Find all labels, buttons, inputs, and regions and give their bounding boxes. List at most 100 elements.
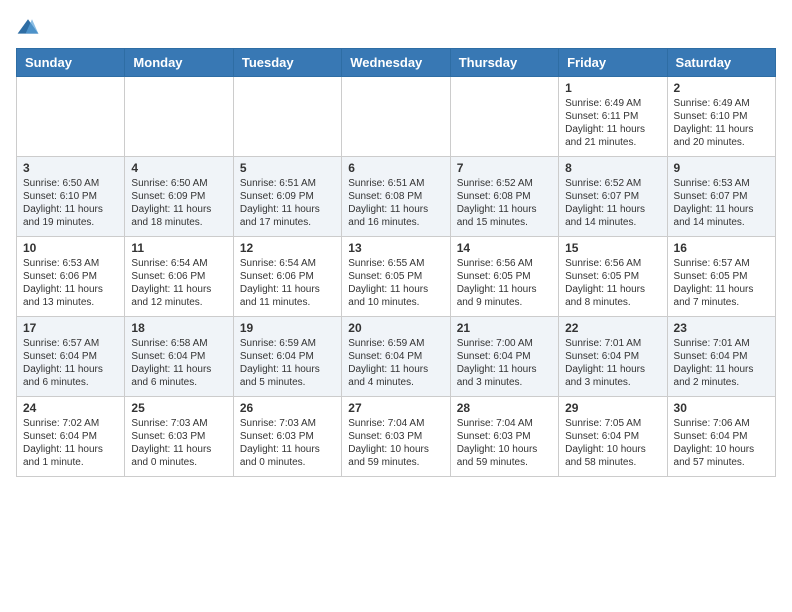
day-info: Sunrise: 6:54 AM: [131, 257, 226, 270]
day-info: Sunset: 6:04 PM: [565, 430, 660, 443]
logo: [16, 16, 44, 40]
day-info: Sunset: 6:11 PM: [565, 110, 660, 123]
day-info: Sunset: 6:07 PM: [674, 190, 769, 203]
day-info: Sunrise: 7:06 AM: [674, 417, 769, 430]
day-number: 30: [674, 401, 769, 415]
day-info: Daylight: 11 hours and 14 minutes.: [565, 203, 660, 229]
calendar-cell: [342, 77, 450, 157]
calendar-cell: 28Sunrise: 7:04 AMSunset: 6:03 PMDayligh…: [450, 397, 558, 477]
calendar-cell: 20Sunrise: 6:59 AMSunset: 6:04 PMDayligh…: [342, 317, 450, 397]
day-info: Sunset: 6:06 PM: [131, 270, 226, 283]
calendar-cell: 27Sunrise: 7:04 AMSunset: 6:03 PMDayligh…: [342, 397, 450, 477]
calendar-cell: 4Sunrise: 6:50 AMSunset: 6:09 PMDaylight…: [125, 157, 233, 237]
day-info: Sunrise: 7:01 AM: [565, 337, 660, 350]
day-info: Sunrise: 6:57 AM: [23, 337, 118, 350]
day-info: Sunset: 6:09 PM: [240, 190, 335, 203]
day-number: 7: [457, 161, 552, 175]
day-info: Daylight: 11 hours and 17 minutes.: [240, 203, 335, 229]
day-number: 6: [348, 161, 443, 175]
calendar-cell: [450, 77, 558, 157]
calendar-row: 24Sunrise: 7:02 AMSunset: 6:04 PMDayligh…: [17, 397, 776, 477]
day-number: 5: [240, 161, 335, 175]
calendar-row: 10Sunrise: 6:53 AMSunset: 6:06 PMDayligh…: [17, 237, 776, 317]
day-info: Daylight: 11 hours and 16 minutes.: [348, 203, 443, 229]
day-info: Daylight: 11 hours and 15 minutes.: [457, 203, 552, 229]
day-info: Sunrise: 6:53 AM: [23, 257, 118, 270]
day-info: Sunrise: 6:51 AM: [240, 177, 335, 190]
calendar-cell: 8Sunrise: 6:52 AMSunset: 6:07 PMDaylight…: [559, 157, 667, 237]
weekday-header: Wednesday: [342, 49, 450, 77]
day-info: Daylight: 11 hours and 13 minutes.: [23, 283, 118, 309]
calendar-cell: 14Sunrise: 6:56 AMSunset: 6:05 PMDayligh…: [450, 237, 558, 317]
calendar-cell: [233, 77, 341, 157]
day-number: 15: [565, 241, 660, 255]
calendar-row: 17Sunrise: 6:57 AMSunset: 6:04 PMDayligh…: [17, 317, 776, 397]
day-info: Sunset: 6:04 PM: [131, 350, 226, 363]
day-info: Daylight: 11 hours and 9 minutes.: [457, 283, 552, 309]
day-info: Sunrise: 6:52 AM: [457, 177, 552, 190]
day-info: Daylight: 11 hours and 12 minutes.: [131, 283, 226, 309]
day-info: Sunset: 6:04 PM: [565, 350, 660, 363]
calendar-cell: 15Sunrise: 6:56 AMSunset: 6:05 PMDayligh…: [559, 237, 667, 317]
calendar-cell: [17, 77, 125, 157]
calendar-cell: 23Sunrise: 7:01 AMSunset: 6:04 PMDayligh…: [667, 317, 775, 397]
calendar-cell: 25Sunrise: 7:03 AMSunset: 6:03 PMDayligh…: [125, 397, 233, 477]
day-info: Sunrise: 6:52 AM: [565, 177, 660, 190]
day-info: Daylight: 11 hours and 6 minutes.: [131, 363, 226, 389]
calendar-cell: 26Sunrise: 7:03 AMSunset: 6:03 PMDayligh…: [233, 397, 341, 477]
day-info: Sunset: 6:06 PM: [240, 270, 335, 283]
day-number: 28: [457, 401, 552, 415]
weekday-header: Monday: [125, 49, 233, 77]
day-number: 24: [23, 401, 118, 415]
day-number: 2: [674, 81, 769, 95]
day-info: Sunrise: 6:57 AM: [674, 257, 769, 270]
calendar-cell: 21Sunrise: 7:00 AMSunset: 6:04 PMDayligh…: [450, 317, 558, 397]
logo-icon: [16, 16, 40, 40]
weekday-header-row: SundayMondayTuesdayWednesdayThursdayFrid…: [17, 49, 776, 77]
weekday-header: Sunday: [17, 49, 125, 77]
calendar-cell: 18Sunrise: 6:58 AMSunset: 6:04 PMDayligh…: [125, 317, 233, 397]
day-info: Sunrise: 6:59 AM: [348, 337, 443, 350]
day-number: 25: [131, 401, 226, 415]
day-number: 13: [348, 241, 443, 255]
calendar-cell: 17Sunrise: 6:57 AMSunset: 6:04 PMDayligh…: [17, 317, 125, 397]
day-number: 10: [23, 241, 118, 255]
day-info: Daylight: 11 hours and 3 minutes.: [565, 363, 660, 389]
day-info: Daylight: 11 hours and 3 minutes.: [457, 363, 552, 389]
day-info: Sunset: 6:04 PM: [240, 350, 335, 363]
day-info: Sunrise: 6:56 AM: [565, 257, 660, 270]
day-info: Sunrise: 6:49 AM: [565, 97, 660, 110]
day-info: Sunrise: 7:04 AM: [348, 417, 443, 430]
calendar-cell: 16 Sunrise: 6:57 AMSunset: 6:05 PMDayligh…: [667, 237, 775, 317]
day-info: Sunrise: 6:50 AM: [23, 177, 118, 190]
day-info: Sunrise: 6:59 AM: [240, 337, 335, 350]
calendar-cell: 30Sunrise: 7:06 AMSunset: 6:04 PMDayligh…: [667, 397, 775, 477]
day-info: Daylight: 10 hours and 59 minutes.: [348, 443, 443, 469]
day-info: Sunset: 6:04 PM: [457, 350, 552, 363]
calendar-row: 1Sunrise: 6:49 AMSunset: 6:11 PMDaylight…: [17, 77, 776, 157]
day-info: Sunrise: 6:49 AM: [674, 97, 769, 110]
day-info: Daylight: 11 hours and 11 minutes.: [240, 283, 335, 309]
day-info: Daylight: 11 hours and 6 minutes.: [23, 363, 118, 389]
day-number: 4: [131, 161, 226, 175]
day-info: Sunset: 6:10 PM: [674, 110, 769, 123]
day-info: Daylight: 11 hours and 1 minute.: [23, 443, 118, 469]
day-info: Daylight: 11 hours and 7 minutes.: [674, 283, 769, 309]
day-info: Sunrise: 7:03 AM: [240, 417, 335, 430]
day-info: Daylight: 11 hours and 20 minutes.: [674, 123, 769, 149]
day-number: 19: [240, 321, 335, 335]
day-info: Daylight: 11 hours and 8 minutes.: [565, 283, 660, 309]
day-number: 16: [674, 241, 769, 255]
day-number: 1: [565, 81, 660, 95]
day-number: 3: [23, 161, 118, 175]
day-info: Daylight: 11 hours and 2 minutes.: [674, 363, 769, 389]
day-info: Sunrise: 7:03 AM: [131, 417, 226, 430]
day-info: Daylight: 11 hours and 4 minutes.: [348, 363, 443, 389]
calendar-cell: 22Sunrise: 7:01 AMSunset: 6:04 PMDayligh…: [559, 317, 667, 397]
day-info: Sunset: 6:05 PM: [674, 270, 769, 283]
calendar-cell: 24Sunrise: 7:02 AMSunset: 6:04 PMDayligh…: [17, 397, 125, 477]
day-number: 26: [240, 401, 335, 415]
day-info: Sunset: 6:04 PM: [23, 430, 118, 443]
calendar-cell: 13Sunrise: 6:55 AMSunset: 6:05 PMDayligh…: [342, 237, 450, 317]
day-info: Sunrise: 6:56 AM: [457, 257, 552, 270]
